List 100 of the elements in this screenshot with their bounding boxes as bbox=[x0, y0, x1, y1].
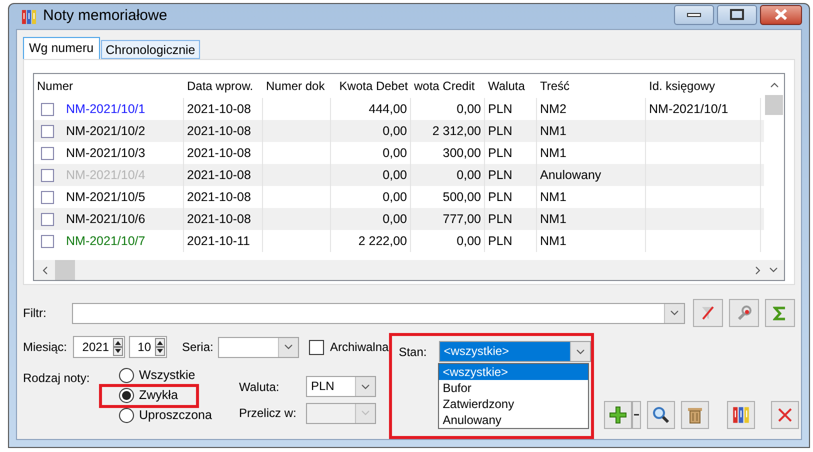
table-cell-text: 0,00 bbox=[382, 122, 407, 140]
maximize-button[interactable] bbox=[717, 4, 757, 24]
state-label: Stan: bbox=[398, 344, 428, 360]
table-cell-text: NM-2021/10/7 bbox=[66, 232, 146, 250]
scroll-left-icon bbox=[42, 266, 48, 274]
month-label: Miesiąc: bbox=[23, 339, 68, 356]
search-icon bbox=[652, 406, 670, 424]
filter-label: Filtr: bbox=[23, 305, 48, 322]
table-cell-text: NM-2021/10/3 bbox=[66, 144, 146, 162]
table-cell-text: 2021-10-08 bbox=[187, 166, 251, 184]
table-cell-text: 2021-10-08 bbox=[187, 122, 251, 140]
dropdown-option[interactable]: Anulowany bbox=[438, 412, 588, 428]
table-cell-text: NM1 bbox=[540, 232, 566, 250]
table-cell-text: 2021-10-11 bbox=[187, 232, 250, 250]
plus-icon bbox=[608, 406, 627, 424]
table-cell-text: NM-2021/10/2 bbox=[66, 122, 146, 140]
table-cell-text: 444,00 bbox=[368, 100, 407, 118]
close-window-button[interactable] bbox=[770, 401, 799, 429]
row-checkbox[interactable] bbox=[41, 146, 54, 160]
binders-button[interactable] bbox=[726, 401, 755, 429]
scroll-up-icon bbox=[770, 82, 778, 88]
series-label: Seria: bbox=[182, 339, 214, 356]
dropdown-option[interactable]: Bufor bbox=[438, 380, 588, 396]
add-button[interactable] bbox=[604, 401, 632, 429]
trash-icon bbox=[686, 406, 703, 424]
table-cell-text: 0,00 bbox=[382, 144, 407, 162]
column-header[interactable]: Data wprow. bbox=[184, 77, 263, 95]
table-cell-text: NM1 bbox=[540, 188, 566, 206]
dropdown-option[interactable]: Zatwierdzony bbox=[438, 396, 588, 412]
row-checkbox[interactable] bbox=[41, 234, 54, 248]
table-cell-text: 2021-10-08 bbox=[187, 210, 251, 228]
table-cell-text: NM1 bbox=[540, 122, 566, 140]
close-button[interactable] bbox=[760, 4, 802, 24]
sum-button[interactable] bbox=[765, 299, 795, 327]
column-header[interactable]: Numer bbox=[34, 77, 184, 95]
table-cell-text: 2 222,00 bbox=[358, 232, 407, 250]
scroll-thumb[interactable] bbox=[55, 260, 75, 280]
tab[interactable]: Wg numeru bbox=[23, 37, 100, 59]
radio-button[interactable] bbox=[119, 408, 134, 423]
column-header[interactable]: wota Credit bbox=[411, 77, 485, 95]
table-cell-text: NM-2021/10/4 bbox=[66, 166, 146, 184]
table-cell-text: NM1 bbox=[540, 144, 566, 162]
chevron-down-icon bbox=[284, 344, 293, 350]
table-cell-text: 0,00 bbox=[382, 210, 407, 228]
chevron-down-icon bbox=[670, 310, 679, 316]
column-header[interactable]: Treść bbox=[537, 77, 646, 95]
table-cell-text: 777,00 bbox=[442, 210, 481, 228]
chevron-down-icon bbox=[361, 384, 370, 390]
chevron-down-icon bbox=[361, 410, 370, 416]
horizontal-scrollbar[interactable] bbox=[34, 260, 784, 280]
currency-combo[interactable]: PLN bbox=[306, 376, 376, 398]
table-cell-text: PLN bbox=[488, 122, 512, 140]
archive-label: Archiwalna bbox=[330, 339, 389, 356]
table-cell-text: PLN bbox=[488, 210, 512, 228]
spin-arrows-icon bbox=[113, 338, 123, 356]
table-cell-text: 0,00 bbox=[456, 166, 481, 184]
row-checkbox[interactable] bbox=[41, 168, 54, 182]
filter-field[interactable] bbox=[72, 302, 685, 324]
radio-button[interactable] bbox=[119, 388, 134, 403]
column-header[interactable]: Id. księgowy bbox=[646, 77, 761, 95]
table-cell-text: PLN bbox=[488, 144, 512, 162]
table-cell-text: 300,00 bbox=[442, 144, 481, 162]
row-checkbox[interactable] bbox=[41, 102, 54, 116]
series-combo[interactable] bbox=[218, 336, 299, 358]
table-cell-text: 2021-10-08 bbox=[187, 188, 251, 206]
table-cell-text: NM-2021/10/5 bbox=[66, 188, 146, 206]
caret-icon bbox=[634, 414, 639, 416]
spin-field[interactable]: 2021 bbox=[73, 336, 125, 358]
radio-button[interactable] bbox=[119, 368, 134, 383]
table-cell-text: 2 312,00 bbox=[432, 122, 481, 140]
archive-checkbox[interactable] bbox=[309, 340, 324, 354]
column-header[interactable]: Numer dok bbox=[263, 77, 331, 95]
table-cell-text: 0,00 bbox=[382, 166, 407, 184]
row-checkbox[interactable] bbox=[41, 190, 54, 204]
row-checkbox[interactable] bbox=[41, 124, 54, 138]
column-header[interactable]: Waluta bbox=[485, 77, 537, 95]
radio-label: Uproszczona bbox=[139, 407, 212, 424]
scroll-thumb[interactable] bbox=[765, 95, 783, 115]
row-checkbox[interactable] bbox=[41, 212, 54, 226]
minimize-button[interactable] bbox=[674, 4, 714, 24]
column-header[interactable]: Kwota Debet bbox=[331, 77, 411, 95]
note-type-label: Rodzaj noty: bbox=[23, 370, 91, 387]
search-button[interactable] bbox=[646, 401, 675, 429]
table-cell-text: 0,00 bbox=[456, 232, 481, 250]
table-cell-text: NM-2021/10/1 bbox=[649, 100, 728, 118]
tab[interactable]: Chronologicznie bbox=[100, 40, 200, 59]
table-cell-text: NM1 bbox=[540, 210, 566, 228]
table-cell-text: 2021-10-08 bbox=[187, 100, 251, 118]
spin-field[interactable]: 10 bbox=[129, 336, 167, 358]
table-cell-text: NM2 bbox=[540, 100, 566, 118]
dropdown-option[interactable]: <wszystkie> bbox=[438, 364, 588, 380]
sigma-icon bbox=[773, 306, 787, 320]
state-combo[interactable]: <wszystkie> bbox=[438, 341, 591, 362]
scroll-down-icon bbox=[769, 267, 778, 273]
funnel-slash-icon bbox=[700, 305, 716, 321]
clear-filter-button[interactable] bbox=[693, 299, 723, 327]
filter-settings-button[interactable] bbox=[729, 299, 759, 327]
table-cell-text: 500,00 bbox=[442, 188, 481, 206]
delete-button[interactable] bbox=[680, 401, 709, 429]
spin-arrows-icon bbox=[155, 338, 165, 356]
